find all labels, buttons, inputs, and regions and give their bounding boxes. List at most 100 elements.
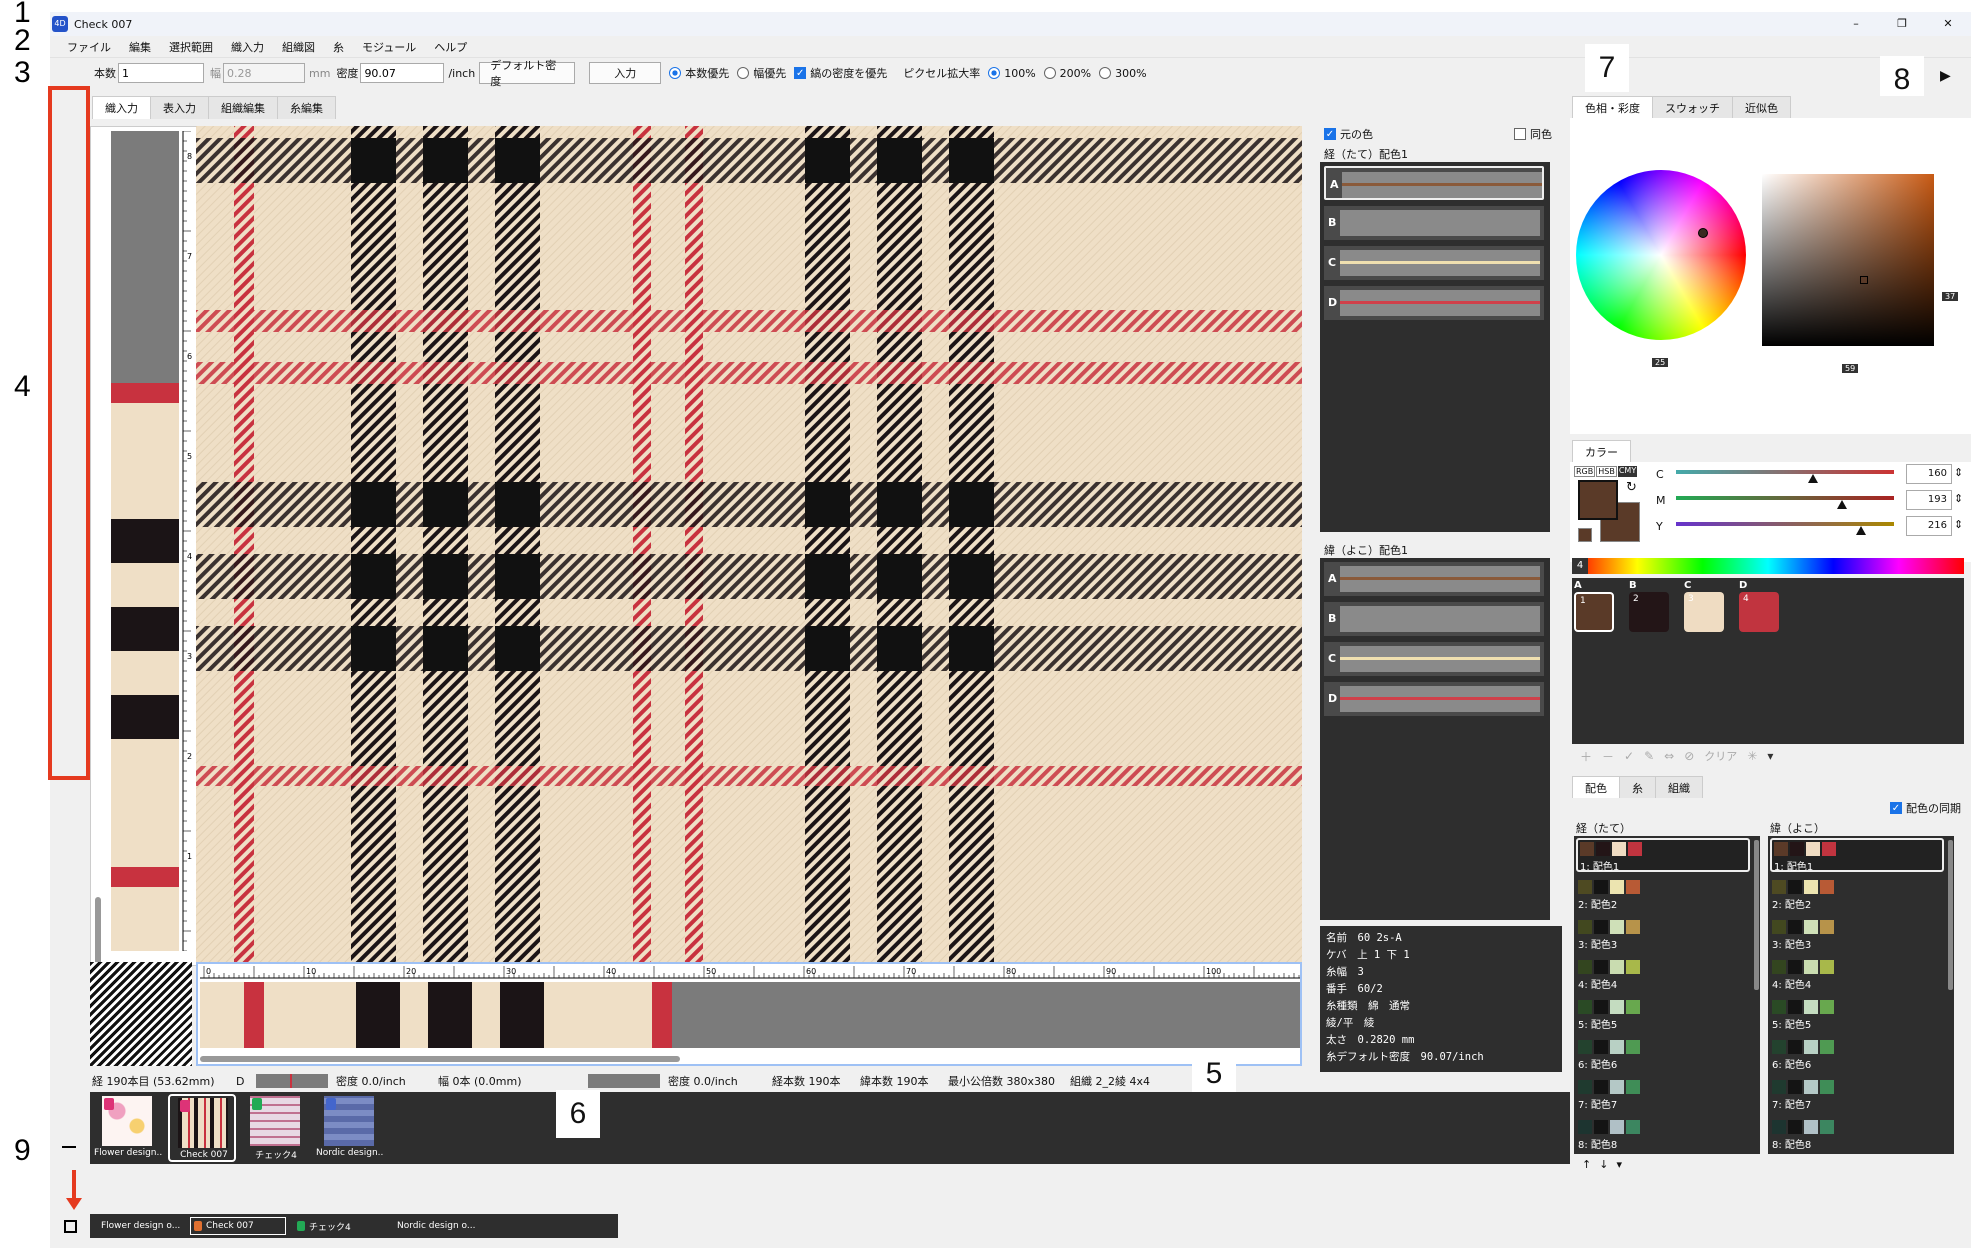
taskbar-item[interactable]: Check 007 bbox=[190, 1217, 286, 1235]
palette-swatch-c[interactable]: 3 bbox=[1684, 592, 1724, 632]
check-icon[interactable]: ✓ bbox=[1624, 749, 1634, 763]
more-dropdown-icon[interactable]: ▾ bbox=[1616, 1158, 1622, 1171]
scheme-item[interactable]: 5: 配色5 bbox=[1576, 998, 1750, 1032]
hstripe-segment-1[interactable] bbox=[200, 982, 244, 1048]
horizontal-stripe-panel[interactable]: 0 10 20 30 40 50 60 70 80 90 100 bbox=[196, 962, 1302, 1066]
palette-swatch-a[interactable]: 1 bbox=[1574, 592, 1614, 632]
scheme-item[interactable]: 8: 配色8 bbox=[1576, 1118, 1750, 1152]
scheme-item[interactable]: 6: 配色6 bbox=[1770, 1038, 1944, 1072]
palette-swatch-b[interactable]: 2 bbox=[1629, 592, 1669, 632]
saturation-square[interactable] bbox=[1762, 174, 1934, 346]
slider-value-m[interactable]: 193 bbox=[1906, 490, 1952, 510]
scheme-row-a[interactable]: A bbox=[1324, 166, 1544, 200]
swap-arrows-icon[interactable]: ⇔ bbox=[1664, 749, 1674, 763]
small-swatch[interactable] bbox=[1578, 528, 1592, 542]
collapse-arrow-icon[interactable]: ▶ bbox=[1940, 68, 1951, 84]
taskbar-item[interactable]: Flower design o... bbox=[94, 1217, 182, 1235]
square-handle[interactable] bbox=[1860, 276, 1868, 284]
tab-weave-edit[interactable]: 組織編集 bbox=[208, 96, 278, 119]
menu-weave-diagram[interactable]: 組織図 bbox=[273, 39, 324, 55]
hstripe-segment-8[interactable] bbox=[500, 982, 544, 1048]
count-priority-radio[interactable] bbox=[669, 67, 682, 79]
vertical-stripe-bar[interactable] bbox=[111, 131, 179, 951]
hstripe-segment-6[interactable] bbox=[428, 982, 472, 1048]
vstripe-segment-6[interactable] bbox=[111, 607, 179, 651]
hue-strip[interactable]: 4 bbox=[1572, 558, 1964, 574]
original-color-checkbox[interactable]: ✓ bbox=[1324, 128, 1336, 140]
vstripe-segment-5[interactable] bbox=[111, 563, 179, 607]
zoom-100-radio[interactable] bbox=[988, 67, 1001, 79]
count-input[interactable] bbox=[118, 63, 204, 83]
menu-weave-input[interactable]: 織入力 bbox=[222, 39, 273, 55]
vstripe-segment-1[interactable] bbox=[111, 131, 179, 383]
spinner-icon[interactable]: ⇕ bbox=[1954, 466, 1963, 479]
slider-value-c[interactable]: 160 bbox=[1906, 464, 1952, 484]
menu-yarn[interactable]: 糸 bbox=[324, 39, 353, 55]
spinner-icon[interactable]: ⇕ bbox=[1954, 492, 1963, 505]
hstripe-segment-4[interactable] bbox=[356, 982, 400, 1048]
scheme-row-a[interactable]: A bbox=[1324, 562, 1544, 596]
hstripe-segment-7[interactable] bbox=[472, 982, 500, 1048]
menu-file[interactable]: ファイル bbox=[58, 39, 120, 55]
same-color-checkbox[interactable] bbox=[1514, 128, 1526, 140]
thumbnail-check[interactable]: Check 007 bbox=[168, 1094, 236, 1162]
hstripe-segment-9[interactable] bbox=[544, 982, 652, 1048]
taskbar-item[interactable]: Nordic design o... bbox=[390, 1217, 478, 1235]
density-input[interactable] bbox=[360, 63, 445, 83]
vstripe-segment-4[interactable] bbox=[111, 519, 179, 563]
tab-similar-colors[interactable]: 近似色 bbox=[1732, 96, 1791, 119]
scheme-row-b[interactable]: B bbox=[1324, 602, 1544, 636]
scheme-item[interactable]: 7: 配色7 bbox=[1770, 1078, 1944, 1112]
slider-value-y[interactable]: 216 bbox=[1906, 516, 1952, 536]
vstripe-segment-11[interactable] bbox=[111, 887, 179, 951]
enter-button[interactable]: 入力 bbox=[589, 62, 662, 84]
weft-column-scrollbar[interactable] bbox=[1948, 840, 1953, 990]
width-input[interactable] bbox=[223, 63, 305, 83]
tab-weave-input[interactable]: 織入力 bbox=[92, 96, 151, 119]
hstripe-segment-10[interactable] bbox=[652, 982, 672, 1048]
tab-weave[interactable]: 組織 bbox=[1655, 776, 1703, 799]
spinner-icon[interactable]: ⇕ bbox=[1954, 518, 1963, 531]
scheme-item[interactable]: 4: 配色4 bbox=[1770, 958, 1944, 992]
scheme-item[interactable]: 2: 配色2 bbox=[1770, 878, 1944, 912]
restore-checkbox[interactable] bbox=[64, 1220, 77, 1233]
mode-cmy[interactable]: CMY bbox=[1617, 466, 1638, 477]
thumbnail-flower[interactable]: Flower design... bbox=[94, 1094, 162, 1162]
slider-track-m[interactable] bbox=[1676, 496, 1894, 500]
stripe-density-checkbox[interactable]: ✓ bbox=[794, 67, 807, 79]
tab-yarn-edit[interactable]: 糸編集 bbox=[277, 96, 336, 119]
scheme-item[interactable]: 7: 配色7 bbox=[1576, 1078, 1750, 1112]
vstripe-segment-3[interactable] bbox=[111, 403, 179, 519]
thumbnail-check4[interactable]: チェック4 bbox=[242, 1094, 310, 1162]
vstripe-segment-7[interactable] bbox=[111, 651, 179, 695]
tab-color[interactable]: カラー bbox=[1572, 440, 1631, 463]
vstripe-segment-9[interactable] bbox=[111, 739, 179, 867]
scheme-item[interactable]: 4: 配色4 bbox=[1576, 958, 1750, 992]
close-button[interactable]: ✕ bbox=[1925, 12, 1971, 36]
scheme-item[interactable]: 8: 配色8 bbox=[1770, 1118, 1944, 1152]
dropdown-icon[interactable]: ▾ bbox=[1767, 749, 1773, 763]
zoom-200-radio[interactable] bbox=[1043, 67, 1056, 79]
reset-icon[interactable]: ⊘ bbox=[1684, 749, 1694, 763]
vstripe-segment-8[interactable] bbox=[111, 695, 179, 739]
vertical-scrollbar[interactable] bbox=[95, 897, 101, 967]
default-density-button[interactable]: デフォルト密度 bbox=[479, 59, 576, 88]
warp-column-scrollbar[interactable] bbox=[1754, 840, 1759, 990]
star-icon[interactable]: ✳ bbox=[1747, 749, 1757, 763]
zoom-300-radio[interactable] bbox=[1099, 67, 1112, 79]
collapse-dash[interactable] bbox=[62, 1146, 76, 1148]
color-wheel[interactable] bbox=[1576, 170, 1746, 340]
scheme-row-d[interactable]: D bbox=[1324, 286, 1544, 320]
mode-hsb[interactable]: HSB bbox=[1596, 466, 1617, 477]
swap-icon[interactable]: ↻ bbox=[1626, 480, 1637, 495]
hstripe-segment-5[interactable] bbox=[400, 982, 428, 1048]
pencil-icon[interactable]: ✎ bbox=[1644, 749, 1654, 763]
thumbnail-nordic[interactable]: Nordic design... bbox=[316, 1094, 384, 1162]
wheel-handle[interactable] bbox=[1698, 228, 1708, 238]
scheme-item[interactable]: 5: 配色5 bbox=[1770, 998, 1944, 1032]
sync-scheme-checkbox[interactable]: ✓ bbox=[1890, 802, 1902, 814]
slider-thumb[interactable] bbox=[1808, 474, 1818, 483]
tab-scheme[interactable]: 配色 bbox=[1572, 776, 1620, 799]
vstripe-segment-10[interactable] bbox=[111, 867, 179, 887]
slider-track-c[interactable] bbox=[1676, 470, 1894, 474]
